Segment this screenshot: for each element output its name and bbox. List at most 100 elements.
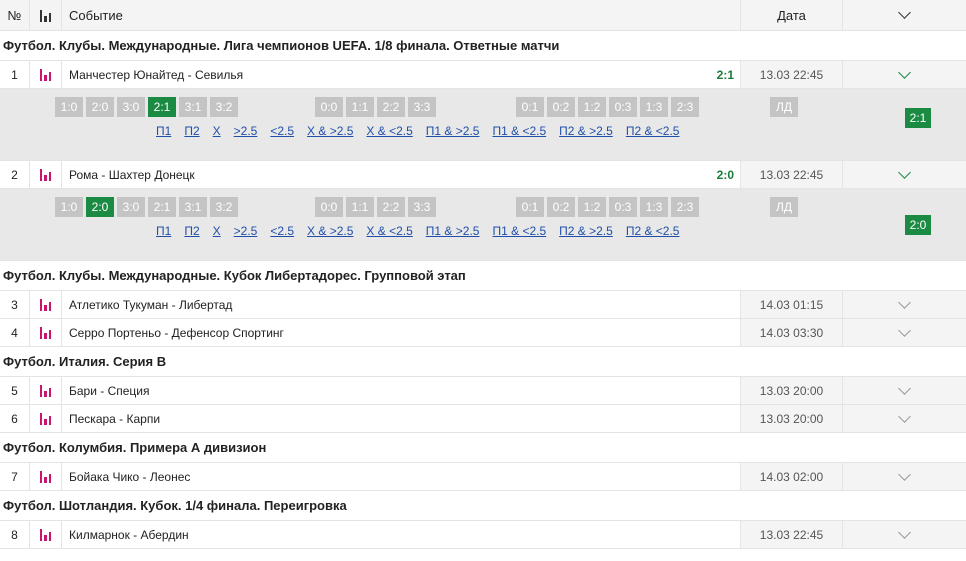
event-cell[interactable]: Бойака Чико - Леонес: [62, 463, 741, 490]
score-chip[interactable]: 1:0: [55, 97, 83, 117]
bet-link[interactable]: П2: [184, 224, 199, 238]
stats-button[interactable]: [30, 319, 62, 346]
score-chip[interactable]: 2:1: [148, 197, 176, 217]
bet-link[interactable]: П1 & >2.5: [426, 124, 480, 138]
bet-link[interactable]: <2.5: [270, 224, 294, 238]
expand-toggle[interactable]: [843, 521, 966, 548]
bet-link[interactable]: >2.5: [234, 124, 258, 138]
expand-toggle[interactable]: [843, 463, 966, 490]
score-chip[interactable]: 2:3: [671, 197, 699, 217]
expand-toggle[interactable]: [843, 161, 966, 188]
event-name[interactable]: Килмарнок - Абердин: [69, 528, 189, 542]
expand-toggle[interactable]: [843, 405, 966, 432]
event-cell[interactable]: Серро Портеньо - Дефенсор Спортинг: [62, 319, 741, 346]
score-chip[interactable]: 1:2: [578, 97, 606, 117]
table-row[interactable]: 2 Рома - Шахтер Донецк 2:0 13.03 22:45: [0, 161, 966, 189]
score-chip[interactable]: 3:2: [210, 97, 238, 117]
table-row[interactable]: 1 Манчестер Юнайтед - Севилья 2:1 13.03 22:…: [0, 61, 966, 89]
score-chip[interactable]: 3:2: [210, 197, 238, 217]
bet-link[interactable]: П1 & <2.5: [492, 224, 546, 238]
bet-link[interactable]: <2.5: [270, 124, 294, 138]
expand-toggle[interactable]: [843, 319, 966, 346]
score-chip[interactable]: 2:0: [86, 97, 114, 117]
bet-link[interactable]: Х & >2.5: [307, 224, 353, 238]
header-expand-all[interactable]: [843, 0, 966, 30]
score-chip[interactable]: 0:2: [547, 197, 575, 217]
bet-link[interactable]: Х & >2.5: [307, 124, 353, 138]
other-scores-chip[interactable]: ЛД: [770, 197, 798, 217]
event-name[interactable]: Пескара - Карпи: [69, 412, 160, 426]
stats-button[interactable]: [30, 377, 62, 404]
bet-link[interactable]: П2: [184, 124, 199, 138]
stats-button[interactable]: [30, 405, 62, 432]
score-chip[interactable]: 0:3: [609, 197, 637, 217]
stats-button[interactable]: [30, 463, 62, 490]
stats-button[interactable]: [30, 521, 62, 548]
event-name[interactable]: Атлетико Тукуман - Либертад: [69, 298, 232, 312]
bet-link[interactable]: П1 & >2.5: [426, 224, 480, 238]
score-chip[interactable]: 2:0: [86, 197, 114, 217]
score-chip[interactable]: 1:2: [578, 197, 606, 217]
score-chip[interactable]: 2:2: [377, 97, 405, 117]
stats-button[interactable]: [30, 61, 62, 88]
bet-link[interactable]: Х: [213, 124, 221, 138]
score-chip[interactable]: 1:0: [55, 197, 83, 217]
stats-button[interactable]: [30, 161, 62, 188]
score-chip[interactable]: 0:0: [315, 197, 343, 217]
bet-link[interactable]: Х: [213, 224, 221, 238]
event-cell[interactable]: Пескара - Карпи: [62, 405, 741, 432]
bet-link[interactable]: Х & <2.5: [366, 124, 412, 138]
score-chip[interactable]: 2:1: [148, 97, 176, 117]
score-chip[interactable]: 0:3: [609, 97, 637, 117]
expand-toggle[interactable]: [843, 291, 966, 318]
event-name[interactable]: Серро Портеньо - Дефенсор Спортинг: [69, 326, 284, 340]
score-chip[interactable]: 0:0: [315, 97, 343, 117]
stats-button[interactable]: [30, 291, 62, 318]
score-chip[interactable]: 1:1: [346, 97, 374, 117]
event-cell[interactable]: Манчестер Юнайтед - Севилья 2:1: [62, 61, 741, 88]
other-scores-chip[interactable]: ЛД: [770, 97, 798, 117]
bet-link[interactable]: П2 & >2.5: [559, 224, 613, 238]
bar-chart-icon-bar: [48, 474, 52, 483]
event-name[interactable]: Бойака Чико - Леонес: [69, 470, 190, 484]
bet-link[interactable]: П1 & <2.5: [492, 124, 546, 138]
bar-chart-icon: [39, 412, 52, 425]
event-name[interactable]: Манчестер Юнайтед - Севилья: [69, 68, 243, 82]
score-chip[interactable]: 3:1: [179, 197, 207, 217]
score-chip[interactable]: 2:2: [377, 197, 405, 217]
table-row[interactable]: 5 Бари - Специя 13.03 20:00: [0, 377, 966, 405]
table-row[interactable]: 6 Пескара - Карпи 13.03 20:00: [0, 405, 966, 433]
score-chip[interactable]: 0:2: [547, 97, 575, 117]
bet-link[interactable]: Х & <2.5: [366, 224, 412, 238]
score-chip[interactable]: 3:0: [117, 197, 145, 217]
event-name[interactable]: Бари - Специя: [69, 384, 150, 398]
score-chip[interactable]: 1:3: [640, 197, 668, 217]
event-cell[interactable]: Атлетико Тукуман - Либертад: [62, 291, 741, 318]
table-row[interactable]: 3 Атлетико Тукуман - Либертад 14.03 01:15: [0, 291, 966, 319]
score-chip[interactable]: 3:3: [408, 97, 436, 117]
event-cell[interactable]: Рома - Шахтер Донецк 2:0: [62, 161, 741, 188]
bet-link[interactable]: П1: [156, 224, 171, 238]
table-row[interactable]: 8 Килмарнок - Абердин 13.03 22:45: [0, 521, 966, 549]
score-chip[interactable]: 1:1: [346, 197, 374, 217]
event-name[interactable]: Рома - Шахтер Донецк: [69, 168, 195, 182]
bet-link[interactable]: П2 & <2.5: [626, 124, 680, 138]
event-cell[interactable]: Килмарнок - Абердин: [62, 521, 741, 548]
header-stats-icon[interactable]: [30, 0, 62, 30]
table-row[interactable]: 7 Бойака Чико - Леонес 14.03 02:00: [0, 463, 966, 491]
bet-link[interactable]: П2 & <2.5: [626, 224, 680, 238]
score-chip[interactable]: 1:3: [640, 97, 668, 117]
table-row[interactable]: 4 Серро Портеньо - Дефенсор Спортинг 14.03…: [0, 319, 966, 347]
bet-link[interactable]: П2 & >2.5: [559, 124, 613, 138]
score-chip[interactable]: 3:0: [117, 97, 145, 117]
bet-link[interactable]: П1: [156, 124, 171, 138]
expand-toggle[interactable]: [843, 377, 966, 404]
expand-toggle[interactable]: [843, 61, 966, 88]
score-chip[interactable]: 3:3: [408, 197, 436, 217]
event-cell[interactable]: Бари - Специя: [62, 377, 741, 404]
score-chip[interactable]: 2:3: [671, 97, 699, 117]
bet-link[interactable]: >2.5: [234, 224, 258, 238]
score-chip[interactable]: 0:1: [516, 97, 544, 117]
score-chip[interactable]: 0:1: [516, 197, 544, 217]
score-chip[interactable]: 3:1: [179, 97, 207, 117]
